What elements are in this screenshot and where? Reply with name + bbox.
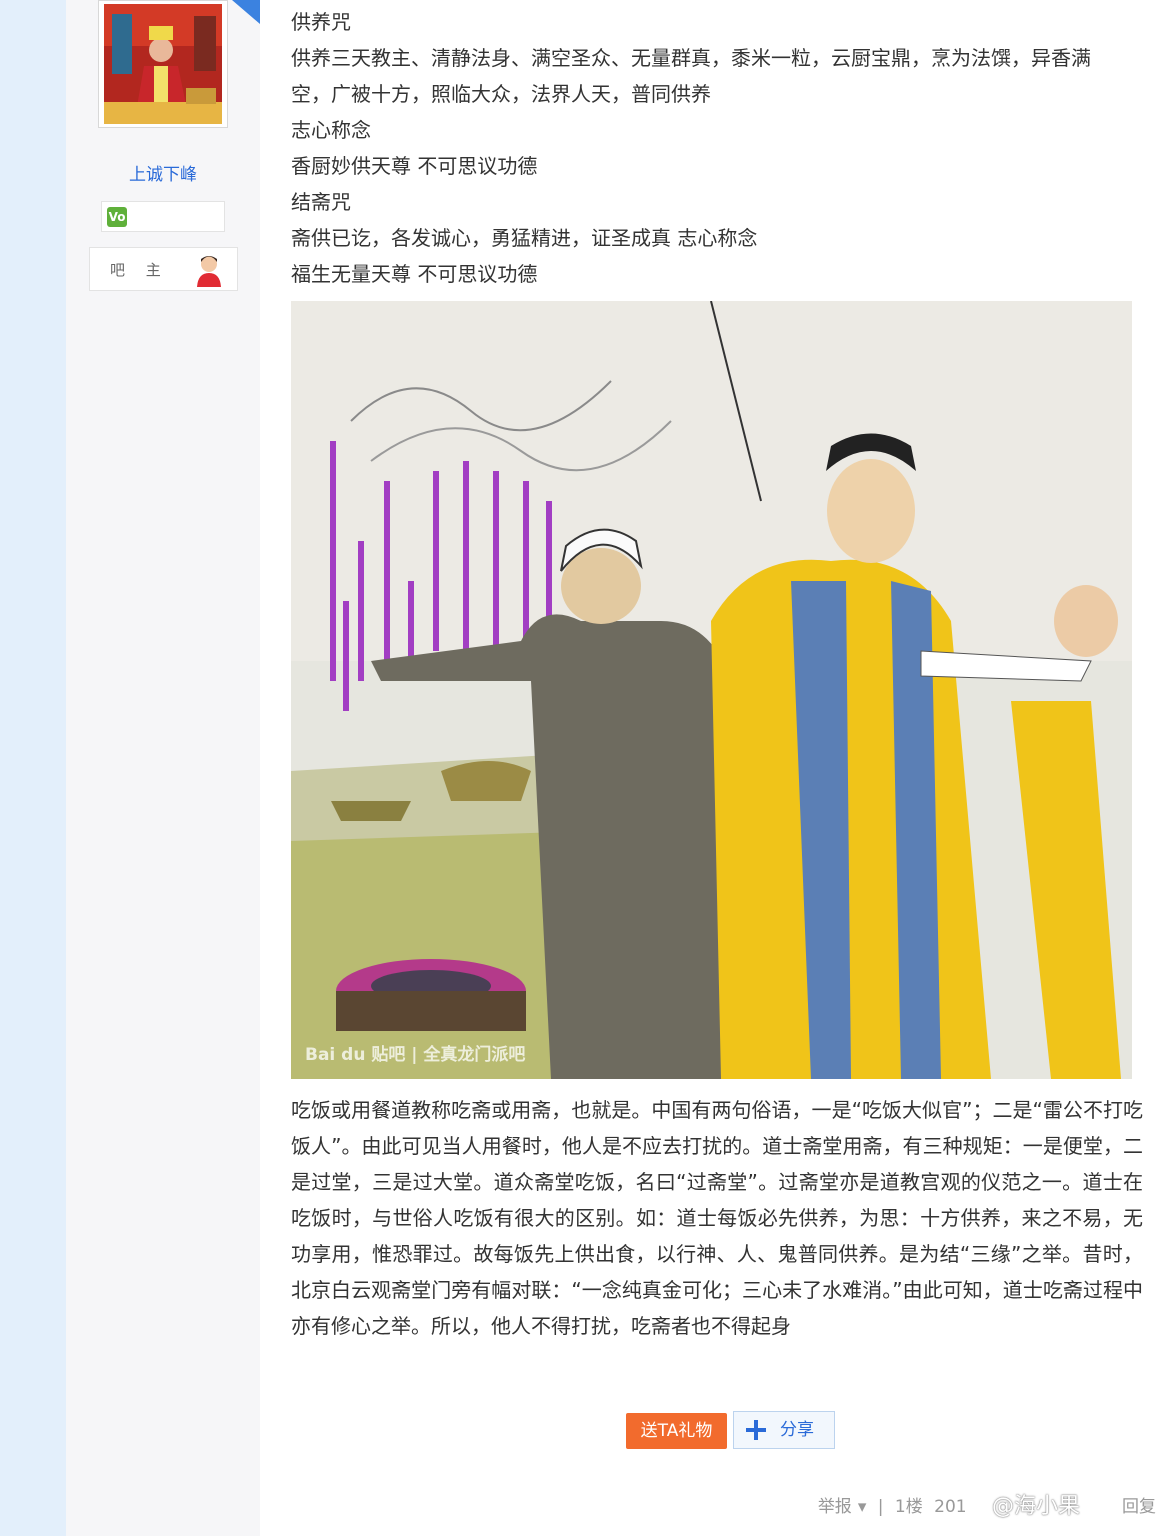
floor-number: 1楼 [894, 1497, 923, 1517]
send-gift-button[interactable]: 送TA礼物 [626, 1413, 727, 1449]
image-watermark: Bai du 贴吧 | 全真龙门派吧 [305, 1045, 526, 1065]
post-footer: 举报 ▾ | 1楼 201 回复 [812, 1492, 1156, 1517]
post-paragraph: 吃饭或用餐道教称吃斋或用斋，也就是。中国有两句俗语，一是“吃饭大似官”；二是“雷… [291, 1098, 1143, 1338]
separator: | [877, 1497, 884, 1517]
left-rail [0, 0, 66, 1536]
share-label: 分享 [780, 1420, 814, 1440]
chevron-down-icon[interactable]: ▾ [858, 1497, 867, 1517]
avatar-image [104, 4, 222, 124]
owner-user-icon [194, 253, 224, 287]
weibo-watermark: @海小果 [992, 1494, 1081, 1519]
post-line: 福生无量天尊 不可思议功德 [291, 262, 538, 286]
illustration-drawing [291, 301, 1132, 1079]
author-username[interactable]: 上诚下峰 [66, 160, 260, 185]
owner-label: 吧 主 [110, 261, 169, 279]
plus-icon [744, 1418, 768, 1442]
post-line: 志心称念 [291, 118, 371, 142]
post-line: 供养三天教主、清静法身、满空圣众、无量群真，黍米一粒，云厨宝鼎，烹为法馔，异香满 [291, 46, 1091, 70]
reply-link[interactable]: 回复 [1122, 1497, 1156, 1517]
share-button[interactable]: 分享 [733, 1411, 835, 1449]
post-line: 空，广被十方，照临大众，法界人天，普同供养 [291, 82, 711, 106]
post-line: 供养咒 [291, 10, 351, 34]
post-line: 结斋咒 [291, 190, 351, 214]
post-text-block: 供养咒 供养三天教主、清静法身、满空圣众、无量群真，黍米一粒，云厨宝鼎，烹为法馔… [291, 4, 1151, 292]
level-badge-box[interactable]: Vo [101, 201, 225, 232]
level-badge-icon: Vo [107, 207, 127, 227]
post-date: 201 [934, 1497, 967, 1517]
report-link[interactable]: 举报 [818, 1497, 852, 1517]
post-line: 斋供已讫，各发诚心，勇猛精进，证圣成真 志心称念 [291, 226, 758, 250]
post-line: 香厨妙供天尊 不可思议功德 [291, 154, 538, 178]
forum-owner-badge: 吧 主 [89, 247, 238, 291]
author-avatar[interactable] [98, 0, 228, 128]
post-illustration[interactable]: Bai du 贴吧 | 全真龙门派吧 [291, 301, 1132, 1079]
